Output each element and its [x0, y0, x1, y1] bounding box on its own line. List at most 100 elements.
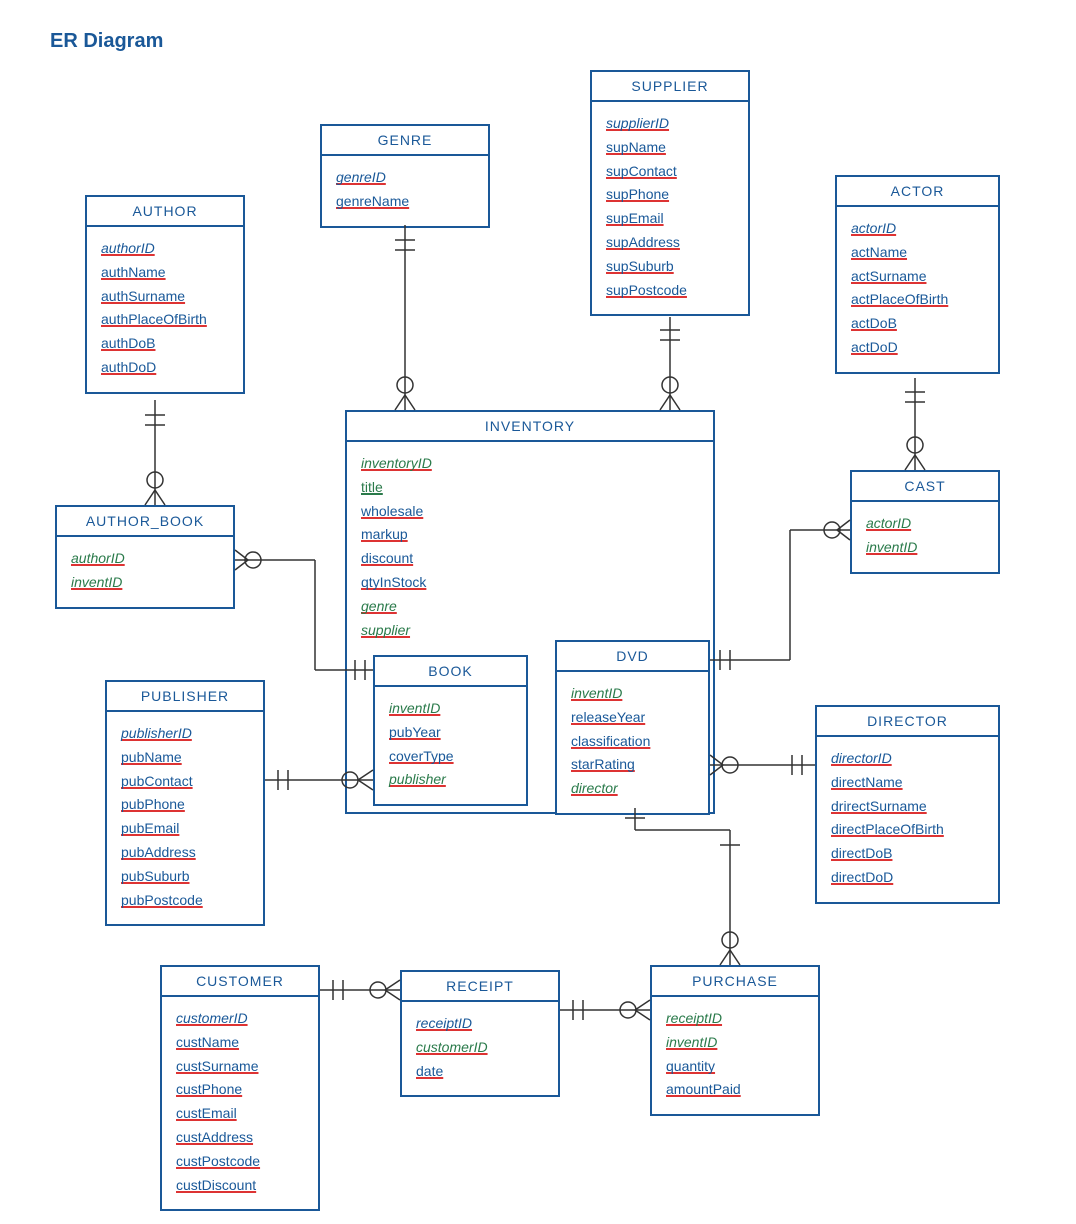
attr: date: [416, 1060, 544, 1084]
entity-author-book-header: AUTHOR_BOOK: [57, 507, 233, 537]
attr: actSurname: [851, 265, 984, 289]
entity-dvd: DVD inventID releaseYear classification …: [555, 640, 710, 815]
attr: actorID: [851, 217, 984, 241]
attr: inventID: [389, 697, 512, 721]
entity-purchase: PURCHASE receiptID inventID quantity amo…: [650, 965, 820, 1116]
entity-customer-header: CUSTOMER: [162, 967, 318, 997]
entity-publisher: PUBLISHER publisherID pubName pubContact…: [105, 680, 265, 926]
attr: directPlaceOfBirth: [831, 818, 984, 842]
attr: supplier: [361, 619, 699, 643]
attr: receiptID: [666, 1007, 804, 1031]
attr: inventID: [866, 536, 984, 560]
attr: drirectSurname: [831, 795, 984, 819]
page-title: ER Diagram: [50, 30, 163, 53]
attr: custSurname: [176, 1055, 304, 1079]
entity-book-header: BOOK: [375, 657, 526, 687]
attr: supPhone: [606, 183, 734, 207]
attr: pubEmail: [121, 817, 249, 841]
attr: directName: [831, 771, 984, 795]
attr: directDoB: [831, 842, 984, 866]
attr: customerID: [416, 1036, 544, 1060]
attr: quantity: [666, 1055, 804, 1079]
entity-director-header: DIRECTOR: [817, 707, 998, 737]
attr: actDoB: [851, 312, 984, 336]
attr: pubName: [121, 746, 249, 770]
attr: releaseYear: [571, 706, 694, 730]
attr: actName: [851, 241, 984, 265]
attr: custName: [176, 1031, 304, 1055]
attr: genreName: [336, 190, 474, 214]
attr: director: [571, 777, 694, 801]
attr: inventID: [666, 1031, 804, 1055]
entity-publisher-header: PUBLISHER: [107, 682, 263, 712]
attr: qtyInStock: [361, 571, 699, 595]
entity-customer: CUSTOMER customerID custName custSurname…: [160, 965, 320, 1211]
entity-author-book: AUTHOR_BOOK authorID inventID: [55, 505, 235, 609]
attr: title: [361, 476, 699, 500]
attr: authSurname: [101, 285, 229, 309]
attr: authorID: [101, 237, 229, 261]
entity-director: DIRECTOR directorID directName drirectSu…: [815, 705, 1000, 904]
attr: inventID: [571, 682, 694, 706]
attr: genreID: [336, 166, 474, 190]
attr: supAddress: [606, 231, 734, 255]
attr: inventID: [71, 571, 219, 595]
entity-cast: CAST actorID inventID: [850, 470, 1000, 574]
entity-actor: ACTOR actorID actName actSurname actPlac…: [835, 175, 1000, 374]
attr: markup: [361, 523, 699, 547]
entity-purchase-header: PURCHASE: [652, 967, 818, 997]
attr: custPhone: [176, 1078, 304, 1102]
entity-dvd-header: DVD: [557, 642, 708, 672]
attr: authorID: [71, 547, 219, 571]
entity-receipt-header: RECEIPT: [402, 972, 558, 1002]
entity-actor-header: ACTOR: [837, 177, 998, 207]
attr: pubAddress: [121, 841, 249, 865]
attr: pubYear: [389, 721, 512, 745]
attr: custPostcode: [176, 1150, 304, 1174]
attr: authDoB: [101, 332, 229, 356]
attr: directDoD: [831, 866, 984, 890]
attr: pubContact: [121, 770, 249, 794]
attr: supContact: [606, 160, 734, 184]
attr: supPostcode: [606, 279, 734, 303]
entity-genre-header: GENRE: [322, 126, 488, 156]
entity-receipt: RECEIPT receiptID customerID date: [400, 970, 560, 1097]
attr: genre: [361, 595, 699, 619]
attr: inventoryID: [361, 452, 699, 476]
attr: amountPaid: [666, 1078, 804, 1102]
attr: receiptID: [416, 1012, 544, 1036]
attr: custAddress: [176, 1126, 304, 1150]
attr: supEmail: [606, 207, 734, 231]
entity-author: AUTHOR authorID authName authSurname aut…: [85, 195, 245, 394]
attr: actPlaceOfBirth: [851, 288, 984, 312]
attr: publisher: [389, 768, 512, 792]
attr: pubPhone: [121, 793, 249, 817]
entity-inventory-header: INVENTORY: [347, 412, 713, 442]
attr: classification: [571, 730, 694, 754]
attr: coverType: [389, 745, 512, 769]
attr: supSuburb: [606, 255, 734, 279]
attr: authDoD: [101, 356, 229, 380]
attr: custEmail: [176, 1102, 304, 1126]
attr: directorID: [831, 747, 984, 771]
entity-supplier-header: SUPPLIER: [592, 72, 748, 102]
attr: discount: [361, 547, 699, 571]
attr: custDiscount: [176, 1174, 304, 1198]
attr: actDoD: [851, 336, 984, 360]
attr: authName: [101, 261, 229, 285]
attr: customerID: [176, 1007, 304, 1031]
entity-author-header: AUTHOR: [87, 197, 243, 227]
attr: supName: [606, 136, 734, 160]
attr: starRating: [571, 753, 694, 777]
attr: pubPostcode: [121, 889, 249, 913]
attr: actorID: [866, 512, 984, 536]
entity-genre: GENRE genreID genreName: [320, 124, 490, 228]
attr: publisherID: [121, 722, 249, 746]
entity-supplier: SUPPLIER supplierID supName supContact s…: [590, 70, 750, 316]
entity-book: BOOK inventID pubYear coverType publishe…: [373, 655, 528, 806]
attr: authPlaceOfBirth: [101, 308, 229, 332]
attr: supplierID: [606, 112, 734, 136]
entity-cast-header: CAST: [852, 472, 998, 502]
attr: wholesale: [361, 500, 699, 524]
attr: pubSuburb: [121, 865, 249, 889]
